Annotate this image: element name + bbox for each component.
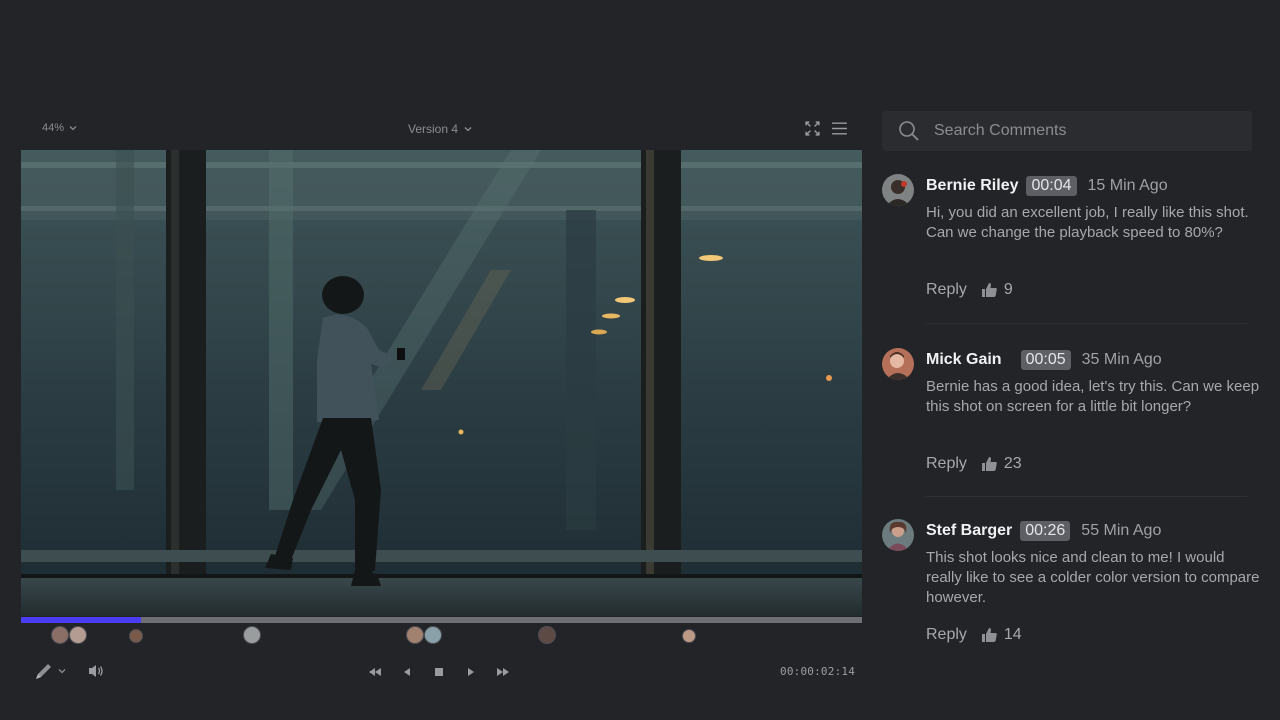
pen-icon	[36, 664, 51, 679]
fast-forward-icon[interactable]	[494, 663, 512, 681]
comment-timecode[interactable]: 00:04	[1026, 176, 1077, 196]
step-back-icon[interactable]	[398, 663, 416, 681]
search-input[interactable]	[932, 121, 1252, 141]
zoom-dropdown[interactable]: 44%	[42, 122, 78, 134]
comment-timecode[interactable]: 00:26	[1020, 521, 1071, 541]
comment-age: 15 Min Ago	[1087, 177, 1168, 194]
timecode: 00:00:02:14	[780, 665, 856, 678]
like-count: 9	[1003, 281, 1013, 298]
reply-button[interactable]: Reply	[926, 455, 967, 473]
comment-body: Hi, you did an excellent job, I really l…	[926, 204, 1249, 241]
thumbs-up-icon	[981, 628, 997, 642]
comment-marker[interactable]	[51, 626, 69, 644]
comment-marker[interactable]	[424, 626, 442, 644]
search-icon	[899, 121, 919, 141]
comment-marker[interactable]	[69, 626, 87, 644]
volume-icon[interactable]	[87, 663, 105, 679]
comment-marker-strip	[21, 626, 862, 650]
annotation-tool-dropdown[interactable]	[33, 660, 67, 682]
divider	[925, 323, 1247, 324]
comment-marker[interactable]	[406, 626, 424, 644]
timeline-progress	[21, 617, 142, 623]
comment-marker[interactable]	[129, 629, 143, 643]
like-button[interactable]: 14	[981, 626, 1022, 644]
video-frame[interactable]	[21, 150, 862, 616]
timeline-scrubber[interactable]	[21, 617, 862, 623]
comment-age: 35 Min Ago	[1081, 351, 1162, 368]
reply-button[interactable]: Reply	[926, 281, 967, 299]
comment-item: Stef Barger 00:26 55 Min Ago This shot l…	[882, 519, 1262, 659]
reply-button[interactable]: Reply	[926, 626, 967, 644]
comment-author[interactable]: Mick Gain	[926, 351, 1002, 369]
comment-marker[interactable]	[682, 629, 696, 643]
comment-item: Bernie Riley 00:04 15 Min Ago Hi, you di…	[882, 174, 1262, 314]
like-count: 23	[1003, 455, 1022, 472]
comment-author[interactable]: Stef Barger	[926, 522, 1012, 540]
comment-timecode[interactable]: 00:05	[1020, 350, 1071, 370]
stop-icon[interactable]	[430, 663, 448, 681]
fullscreen-icon[interactable]	[804, 120, 821, 137]
like-button[interactable]: 9	[981, 281, 1013, 299]
chevron-down-icon	[69, 126, 77, 131]
comment-author[interactable]: Bernie Riley	[926, 177, 1018, 195]
avatar[interactable]	[882, 519, 914, 551]
thumbs-up-icon	[981, 457, 997, 471]
version-label: Version 4	[408, 122, 459, 136]
avatar[interactable]	[882, 348, 914, 380]
play-icon[interactable]	[462, 663, 480, 681]
zoom-value: 44%	[42, 122, 65, 134]
menu-icon[interactable]	[831, 120, 848, 137]
comment-marker[interactable]	[243, 626, 261, 644]
chevron-down-icon	[58, 669, 66, 674]
comment-marker[interactable]	[538, 626, 556, 644]
thumbs-up-icon	[981, 283, 997, 297]
chevron-down-icon	[464, 127, 472, 132]
divider	[925, 496, 1247, 497]
video-still-image	[21, 150, 862, 616]
comment-age: 55 Min Ago	[1081, 522, 1162, 539]
comment-body: This shot looks nice and clean to me! I …	[926, 549, 1260, 606]
version-dropdown[interactable]: Version 4	[408, 122, 473, 136]
comment-item: Mick Gain 00:05 35 Min Ago Bernie has a …	[882, 348, 1262, 488]
avatar[interactable]	[882, 174, 914, 206]
search-comments[interactable]	[882, 111, 1252, 151]
like-count: 14	[1003, 626, 1022, 643]
comment-body: Bernie has a good idea, let's try this. …	[926, 378, 1260, 415]
rewind-icon[interactable]	[366, 663, 384, 681]
like-button[interactable]: 23	[981, 455, 1022, 473]
